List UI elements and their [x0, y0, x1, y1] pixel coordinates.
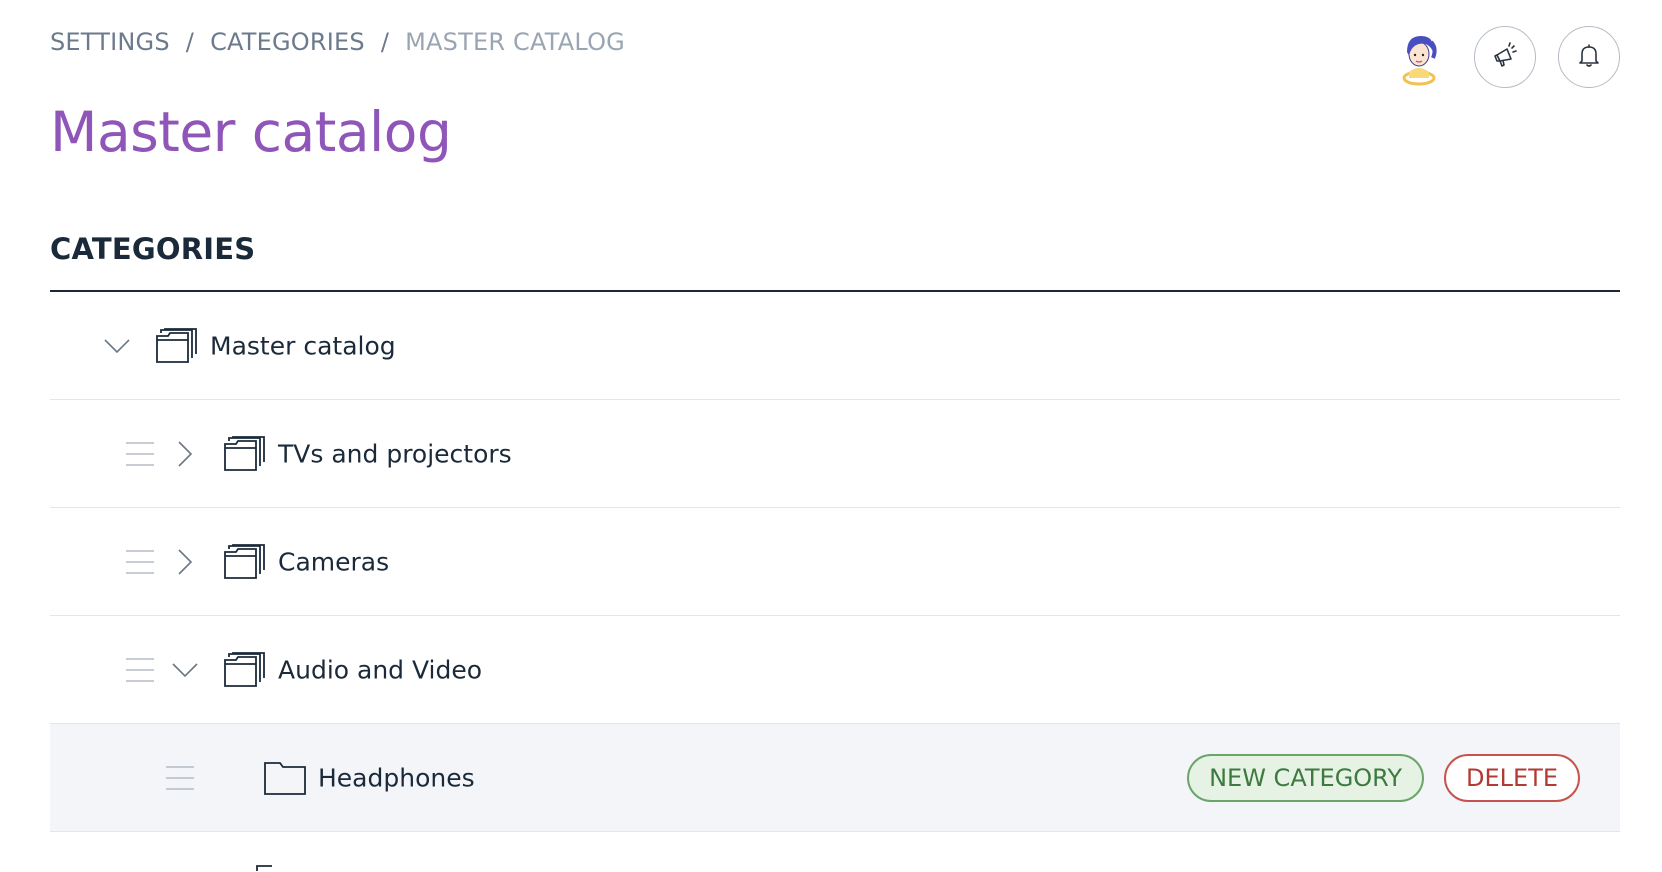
breadcrumb-master-catalog: MASTER CATALOG	[405, 28, 625, 56]
header-actions	[1390, 26, 1620, 88]
chevron-right-icon[interactable]	[170, 439, 200, 469]
tree-row-audio-and-video[interactable]: Audio and Video	[50, 616, 1620, 724]
notifications-button[interactable]	[1558, 26, 1620, 88]
tree-row-headphones[interactable]: Headphones NEW CATEGORY DELETE	[50, 724, 1620, 832]
tree-item-label: Master catalog	[210, 331, 396, 360]
folder-icon	[256, 865, 276, 871]
tree-item-label: Audio and Video	[278, 655, 483, 684]
megaphone-icon	[1491, 41, 1519, 73]
tree-item-label: Headphones	[318, 763, 475, 792]
chevron-right-icon[interactable]	[170, 547, 200, 577]
folder-stack-icon	[224, 435, 266, 473]
delete-button[interactable]: DELETE	[1443, 753, 1580, 802]
folder-stack-icon	[224, 651, 266, 689]
row-actions: NEW CATEGORY DELETE	[1187, 753, 1580, 802]
new-category-button[interactable]: NEW CATEGORY	[1187, 753, 1424, 802]
breadcrumb: SETTINGS / CATEGORIES / MASTER CATALOG	[50, 28, 625, 56]
drag-handle-icon[interactable]	[124, 546, 156, 578]
breadcrumb-settings[interactable]: SETTINGS	[50, 28, 170, 56]
tree-row-root[interactable]: Master catalog	[50, 292, 1620, 400]
tree-row-tvs-and-projectors[interactable]: TVs and projectors	[50, 400, 1620, 508]
avatar[interactable]	[1390, 26, 1452, 88]
page: SETTINGS / CATEGORIES / MASTER CATALOG M…	[0, 0, 1662, 872]
page-title: Master catalog	[50, 100, 452, 164]
announcements-button[interactable]	[1474, 26, 1536, 88]
chevron-down-icon[interactable]	[170, 655, 200, 685]
chevron-down-icon[interactable]	[102, 331, 132, 361]
tree-row-partial	[50, 832, 1620, 872]
breadcrumb-categories[interactable]: CATEGORIES	[210, 28, 365, 56]
folder-icon	[264, 759, 306, 797]
drag-handle-icon[interactable]	[124, 438, 156, 470]
drag-handle-icon[interactable]	[164, 762, 196, 794]
folder-stack-icon	[224, 543, 266, 581]
drag-handle-icon[interactable]	[124, 654, 156, 686]
tree-item-label: TVs and projectors	[278, 439, 512, 468]
tree-row-cameras[interactable]: Cameras	[50, 508, 1620, 616]
section-title: CATEGORIES	[50, 232, 256, 266]
category-tree: Master catalog TVs and projectors Camera…	[50, 292, 1620, 872]
bell-icon	[1575, 41, 1603, 73]
tree-item-label: Cameras	[278, 547, 390, 576]
folder-stack-icon	[156, 327, 198, 365]
breadcrumb-separator: /	[380, 28, 390, 56]
breadcrumb-separator: /	[185, 28, 195, 56]
